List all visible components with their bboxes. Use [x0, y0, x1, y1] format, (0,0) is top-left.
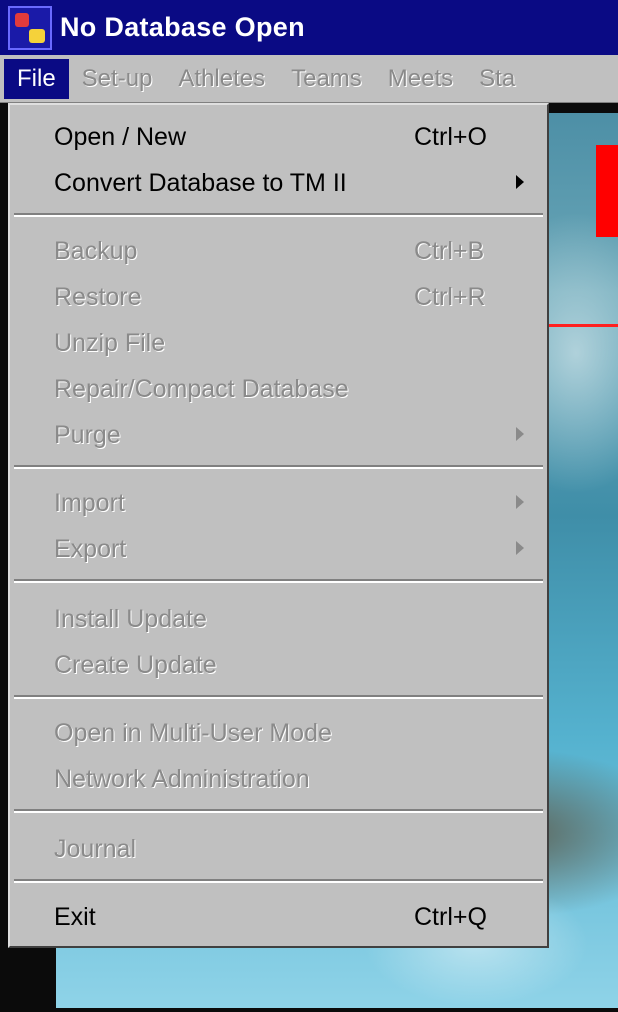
- menu-separator: [14, 809, 543, 813]
- menu-file[interactable]: File: [4, 58, 69, 99]
- menu-item-open-new[interactable]: Open / New Ctrl+O: [10, 115, 547, 159]
- menu-item-network-admin[interactable]: Network Administration: [10, 757, 547, 801]
- menu-item-unzip-file[interactable]: Unzip File: [10, 321, 547, 365]
- file-menu: Open / New Ctrl+O Convert Database to TM…: [8, 103, 549, 948]
- menu-item-label: Purge: [54, 421, 121, 449]
- menu-item-label: Export: [54, 535, 127, 563]
- menu-athletes[interactable]: Athletes: [165, 59, 278, 99]
- window-title: No Database Open: [60, 12, 305, 42]
- menu-item-label: Import: [54, 489, 125, 517]
- menu-item-shortcut: Ctrl+B: [414, 237, 485, 265]
- menu-item-label: Exit: [54, 903, 96, 931]
- menu-item-label: Unzip File: [54, 329, 166, 357]
- menu-separator: [14, 579, 543, 583]
- menu-teams[interactable]: Teams: [278, 59, 375, 99]
- menu-item-label: Network Administration: [54, 765, 310, 793]
- menu-item-restore[interactable]: Restore Ctrl+R: [10, 275, 547, 319]
- menu-item-label: Backup: [54, 237, 138, 265]
- menu-item-purge[interactable]: Purge: [10, 413, 547, 457]
- red-divider: [548, 324, 618, 327]
- menu-separator: [14, 465, 543, 469]
- menu-item-create-update[interactable]: Create Update: [10, 643, 547, 687]
- menu-stats[interactable]: Sta: [466, 59, 528, 99]
- menu-separator: [14, 695, 543, 699]
- menu-item-exit[interactable]: Exit Ctrl+Q: [10, 895, 547, 939]
- menu-item-journal[interactable]: Journal: [10, 827, 547, 871]
- menu-item-label: Install Update: [54, 605, 207, 633]
- menu-item-label: Convert Database to TM II: [54, 169, 347, 197]
- title-bar: No Database Open: [0, 0, 618, 55]
- menu-item-export[interactable]: Export: [10, 527, 547, 571]
- menu-item-label: Create Update: [54, 651, 217, 679]
- menu-item-label: Repair/Compact Database: [54, 375, 349, 403]
- menu-item-import[interactable]: Import: [10, 481, 547, 525]
- app-icon[interactable]: [8, 5, 52, 50]
- menu-item-shortcut: Ctrl+Q: [414, 903, 487, 931]
- menu-setup[interactable]: Set-up: [69, 59, 166, 99]
- submenu-arrow-icon: [516, 495, 524, 509]
- menu-item-install-update[interactable]: Install Update: [10, 597, 547, 641]
- menu-item-label: Restore: [54, 283, 142, 311]
- menu-item-label: Open in Multi-User Mode: [54, 719, 332, 747]
- menu-item-convert-database[interactable]: Convert Database to TM II: [10, 161, 547, 205]
- menu-separator: [14, 213, 543, 217]
- submenu-arrow-icon: [516, 541, 524, 555]
- submenu-arrow-icon: [516, 427, 524, 441]
- menu-item-label: Open / New: [54, 123, 187, 151]
- menu-item-label: Journal: [54, 835, 136, 863]
- menu-item-shortcut: Ctrl+O: [414, 123, 487, 151]
- menu-item-multi-user-mode[interactable]: Open in Multi-User Mode: [10, 711, 547, 755]
- menu-meets[interactable]: Meets: [375, 59, 466, 99]
- submenu-arrow-icon: [516, 175, 524, 189]
- logo-fragment: [596, 145, 618, 237]
- menu-item-shortcut: Ctrl+R: [414, 283, 486, 311]
- menu-bar: File Set-up Athletes Teams Meets Sta: [0, 55, 618, 103]
- menu-item-backup[interactable]: Backup Ctrl+B: [10, 229, 547, 273]
- menu-separator: [14, 879, 543, 883]
- menu-item-repair-compact[interactable]: Repair/Compact Database: [10, 367, 547, 411]
